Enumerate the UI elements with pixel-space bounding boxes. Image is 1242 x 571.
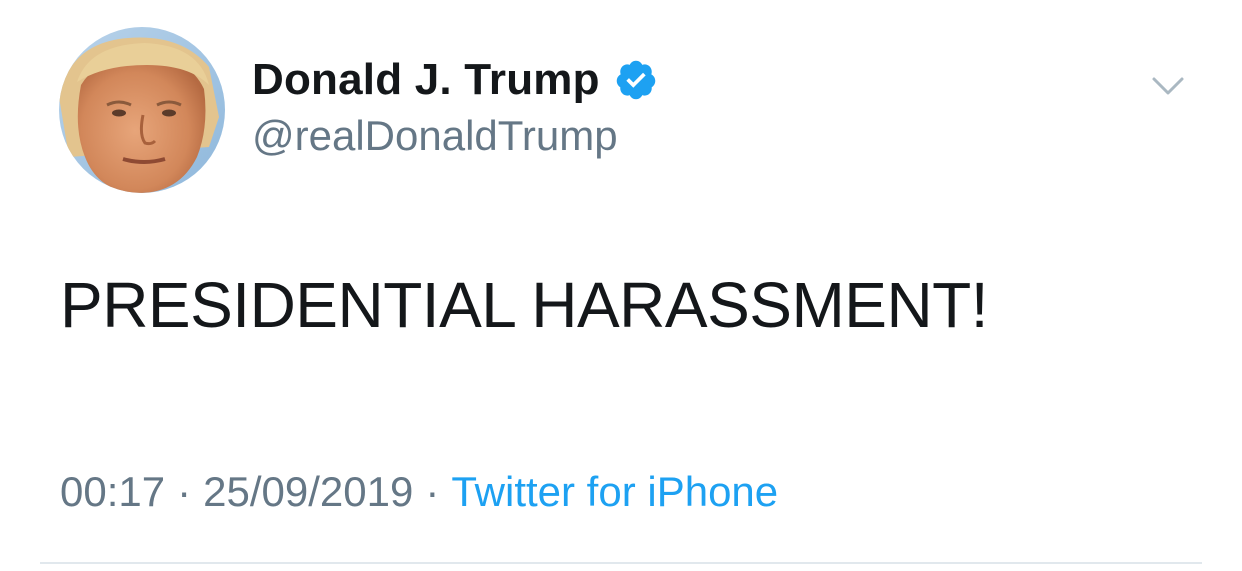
avatar[interactable] (59, 27, 225, 193)
chevron-down-icon (1152, 77, 1184, 95)
tweet-card: Donald J. Trump @realDonaldTrump PRESIDE… (0, 0, 1242, 571)
tweet-meta: 00:17 · 25/09/2019 · Twitter for iPhone (60, 468, 778, 516)
tweet-time[interactable]: 00:17 (60, 468, 165, 515)
profile-photo-icon (59, 27, 225, 193)
display-name[interactable]: Donald J. Trump (252, 55, 600, 105)
verified-badge-icon (614, 58, 658, 102)
username-handle[interactable]: @realDonaldTrump (252, 112, 618, 160)
divider (40, 562, 1202, 564)
meta-separator: · (177, 468, 192, 515)
tweet-date[interactable]: 25/09/2019 (203, 468, 413, 515)
tweet-text: PRESIDENTIAL HARASSMENT! (60, 269, 989, 341)
tweet-menu-button[interactable] (1148, 66, 1188, 106)
author-name-row[interactable]: Donald J. Trump (252, 52, 658, 108)
tweet-source-link[interactable]: Twitter for iPhone (451, 468, 778, 515)
meta-separator: · (425, 468, 440, 515)
